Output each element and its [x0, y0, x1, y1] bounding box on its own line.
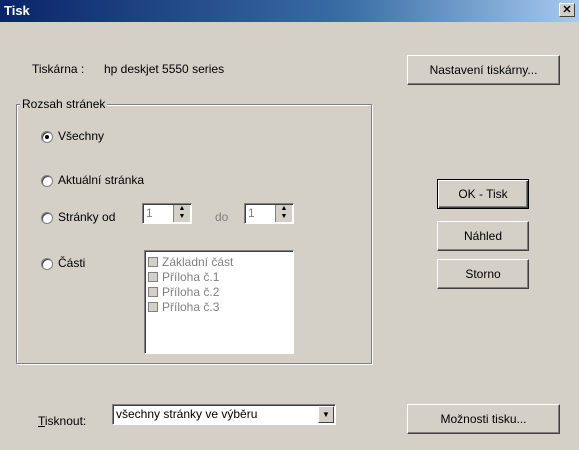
to-page-value: 1 — [248, 206, 255, 220]
spin-up-icon[interactable]: ▲ — [276, 205, 292, 213]
list-item[interactable]: Příloha č.3 — [148, 300, 219, 314]
close-icon: ✕ — [562, 4, 572, 16]
radio-current-page-label: Aktuální stránka — [58, 173, 145, 187]
ok-print-button[interactable]: OK - Tisk — [437, 179, 529, 209]
part-label: Základní část — [162, 255, 234, 269]
print-what-select[interactable]: všechny stránky ve výběru ▼ — [112, 404, 336, 425]
printer-settings-button[interactable]: Nastavení tiskárny... — [407, 55, 560, 85]
print-options-button[interactable]: Možnosti tisku... — [407, 404, 560, 434]
print-what-value: všechny stránky ve výběru — [116, 407, 258, 421]
checkbox-icon[interactable] — [148, 257, 158, 267]
from-page-value: 1 — [146, 206, 153, 220]
list-item[interactable]: Příloha č.1 — [148, 270, 219, 284]
spin-up-icon[interactable]: ▲ — [174, 205, 190, 213]
close-button[interactable]: ✕ — [559, 3, 575, 17]
printer-name: hp deskjet 5550 series — [104, 62, 225, 76]
list-item[interactable]: Příloha č.2 — [148, 285, 219, 299]
checkbox-icon[interactable] — [148, 302, 158, 312]
dropdown-arrow-icon[interactable]: ▼ — [318, 406, 334, 423]
preview-button[interactable]: Náhled — [437, 221, 529, 251]
radio-all-pages[interactable] — [41, 131, 53, 143]
checkbox-icon[interactable] — [148, 272, 158, 282]
parts-listbox[interactable]: Základní část Příloha č.1 Příloha č.2 Př… — [144, 250, 294, 354]
radio-pages-from[interactable] — [41, 212, 53, 224]
title-bar: Tisk ✕ — [0, 0, 579, 22]
part-label: Příloha č.3 — [162, 300, 220, 314]
radio-all-pages-label: Všechny — [58, 129, 105, 143]
list-item[interactable]: Základní část — [148, 255, 233, 269]
spin-down-icon[interactable]: ▼ — [276, 213, 292, 221]
print-what-label-accel: T — [38, 414, 45, 428]
window-title: Tisk — [4, 3, 30, 18]
to-page-spinner[interactable]: 1 ▲ ▼ — [244, 203, 294, 224]
printer-label: Tiskárna : — [32, 62, 85, 76]
to-label: do — [215, 210, 229, 224]
part-label: Příloha č.1 — [162, 270, 220, 284]
cancel-button[interactable]: Storno — [437, 259, 529, 289]
print-what-label-rest: isknout: — [44, 414, 87, 428]
checkbox-icon[interactable] — [148, 287, 158, 297]
radio-pages-from-label: Stránky od — [58, 210, 116, 224]
to-page-arrows[interactable]: ▲ ▼ — [275, 205, 292, 222]
print-what-label: Tisknout: — [38, 414, 86, 428]
from-page-spinner[interactable]: 1 ▲ ▼ — [142, 203, 192, 224]
from-page-arrows[interactable]: ▲ ▼ — [173, 205, 190, 222]
page-range-title: Rozsah stránek — [20, 97, 108, 111]
radio-current-page[interactable] — [41, 175, 53, 187]
part-label: Příloha č.2 — [162, 285, 220, 299]
spin-down-icon[interactable]: ▼ — [174, 213, 190, 221]
radio-parts[interactable] — [41, 258, 53, 270]
radio-parts-label: Části — [58, 256, 86, 270]
